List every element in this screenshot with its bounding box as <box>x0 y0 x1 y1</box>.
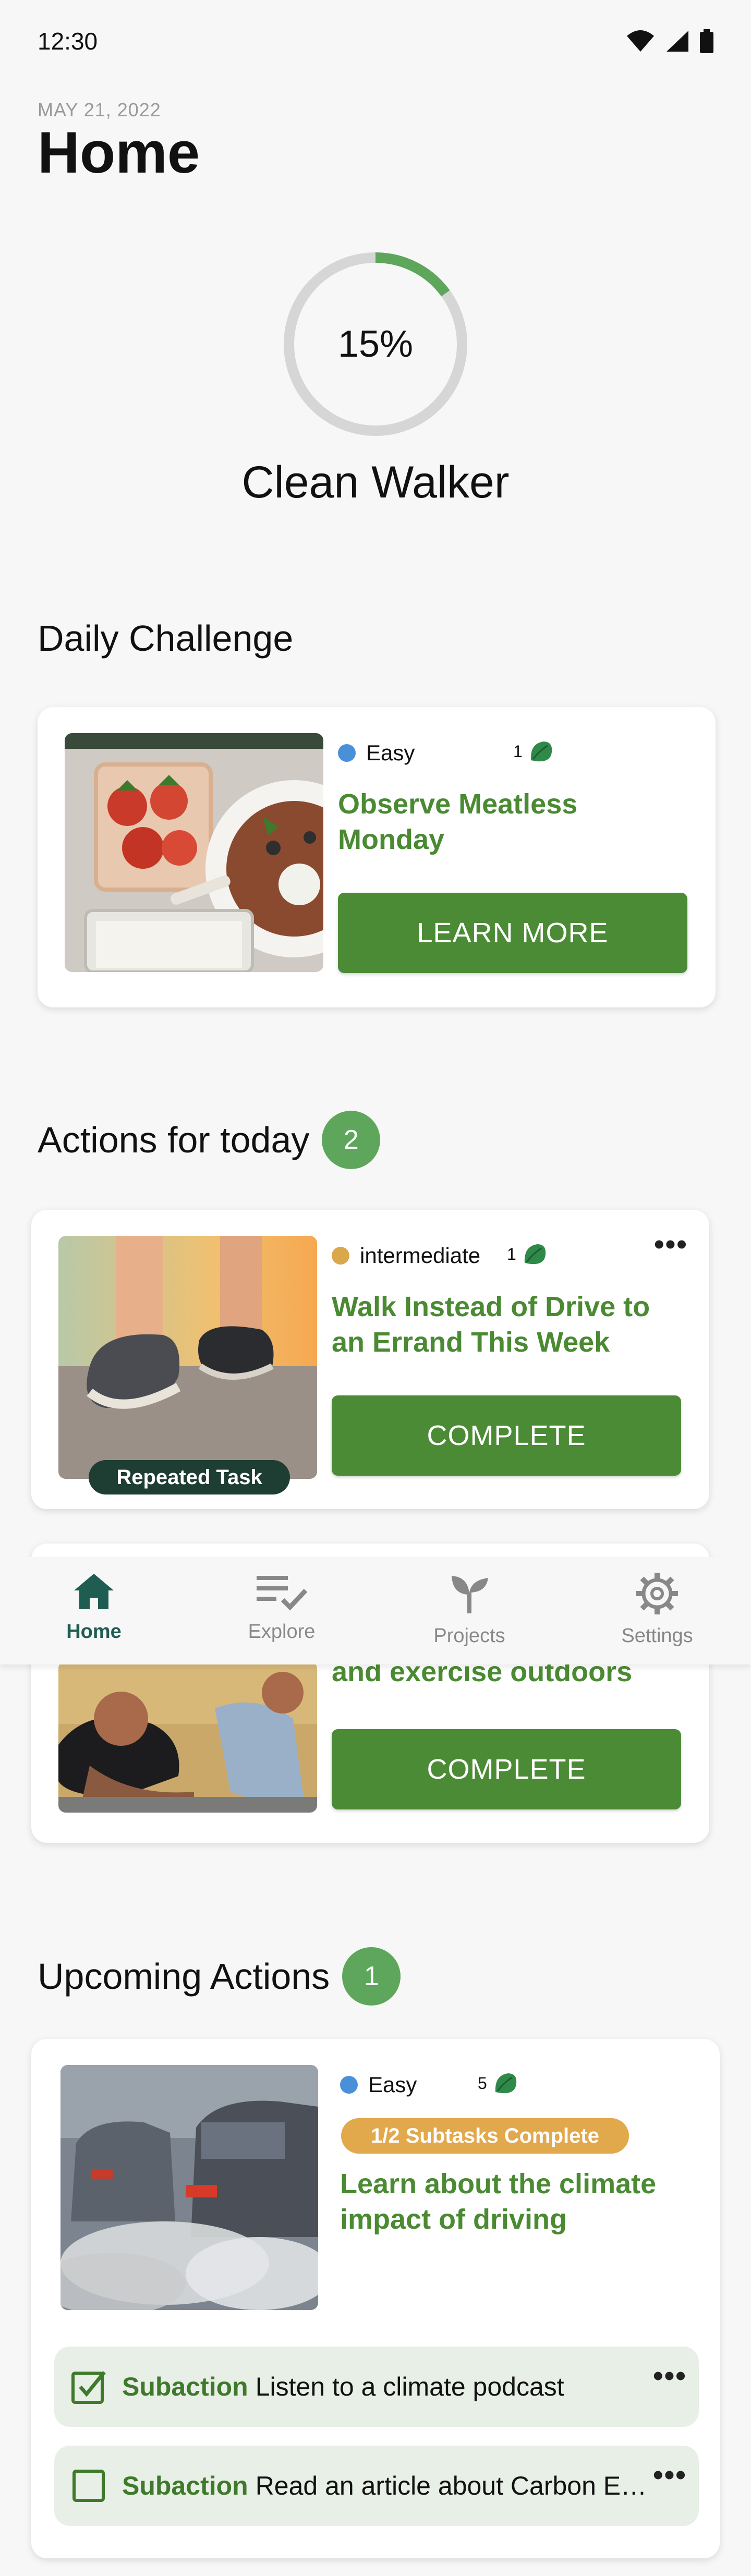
subaction-label: Subaction <box>122 2471 248 2500</box>
points-value: 5 <box>478 2073 487 2093</box>
more-options-icon[interactable]: ••• <box>653 2460 687 2489</box>
subaction-text: Listen to a climate podcast <box>255 2372 564 2401</box>
actions-count-badge: 2 <box>322 1111 381 1169</box>
meatless-monday-image <box>65 733 323 972</box>
points-value: 1 <box>513 742 523 761</box>
nav-item-explore[interactable]: Explore <box>188 1557 376 1664</box>
points-badge: 1 <box>507 1242 548 1266</box>
subaction-label: Subaction <box>122 2372 248 2401</box>
leaf-points-icon <box>530 742 552 762</box>
nav-label: Home <box>66 1621 122 1643</box>
battery-icon <box>700 29 713 53</box>
difficulty-label: Easy <box>366 740 415 765</box>
unchecked-checkbox-icon[interactable] <box>70 2467 107 2505</box>
challenge-title: Observe Meatless Monday <box>338 788 578 855</box>
difficulty-dot <box>340 2076 358 2094</box>
difficulty-dot <box>332 1247 349 1265</box>
walking-image <box>58 1236 317 1479</box>
header-date: MAY 21, 2022 <box>38 99 161 120</box>
daily-challenge-title: Daily Challenge <box>38 618 294 659</box>
gear-icon <box>636 1573 678 1614</box>
status-time: 12:30 <box>38 28 98 55</box>
more-options-icon[interactable]: ••• <box>654 1230 688 1259</box>
page-title: Home <box>38 120 200 185</box>
difficulty-label: Easy <box>368 2072 417 2097</box>
wifi-icon <box>627 30 654 52</box>
complete-button[interactable]: COMPLETE <box>332 1729 681 1809</box>
bottom-navigation: Home Explore Projects Settings <box>0 1557 751 1664</box>
cellular-icon <box>667 31 688 52</box>
action-card[interactable]: Repeated Task intermediate 1 ••• Walk In… <box>31 1210 709 1509</box>
progress-ring: 15% <box>282 250 469 438</box>
points-badge: 1 <box>513 739 554 763</box>
subtask-status-pill: 1/2 Subtasks Complete <box>341 2118 629 2154</box>
difficulty-row: Easy <box>340 2072 417 2097</box>
repeated-task-tag: Repeated Task <box>89 1460 290 1494</box>
daily-challenge-card[interactable]: Easy 1 Observe Meatless Monday LEARN MOR… <box>38 707 716 1007</box>
nav-item-settings[interactable]: Settings <box>563 1557 751 1664</box>
status-icons <box>626 29 713 53</box>
learn-more-button[interactable]: LEARN MORE <box>338 893 687 973</box>
upcoming-count-badge: 1 <box>342 1947 401 2006</box>
upcoming-title: Upcoming Actions <box>38 1956 330 1997</box>
upcoming-heading: Upcoming Actions 1 <box>38 1947 401 2006</box>
subaction-text: Read an article about Carbon E… <box>255 2471 647 2500</box>
difficulty-row: Easy <box>338 740 415 765</box>
more-options-icon[interactable]: ••• <box>653 2361 687 2390</box>
points-value: 1 <box>507 1244 516 1263</box>
nav-label: Settings <box>621 1625 693 1647</box>
subaction-row[interactable]: Subaction Read an article about Carbon E… <box>54 2446 699 2526</box>
traffic-exhaust-image <box>60 2065 318 2310</box>
points-badge: 5 <box>478 2071 518 2095</box>
leaf-points-icon <box>495 2073 516 2094</box>
checked-checkbox-icon[interactable] <box>70 2368 107 2405</box>
complete-button[interactable]: COMPLETE <box>332 1395 681 1476</box>
outdoor-exercise-image <box>58 1661 317 1813</box>
nav-item-projects[interactable]: Projects <box>376 1557 563 1664</box>
sprout-icon <box>452 1576 488 1613</box>
explore-icon <box>257 1576 308 1611</box>
actions-today-title: Actions for today <box>38 1120 310 1160</box>
daily-challenge-heading: Daily Challenge <box>38 617 293 659</box>
action-title: Walk Instead of Drive to an Errand This … <box>332 1291 650 1358</box>
nav-label: Explore <box>248 1621 316 1643</box>
status-bar: 12:30 <box>0 0 751 83</box>
nav-item-home[interactable]: Home <box>0 1557 188 1664</box>
home-icon <box>74 1574 114 1609</box>
leaf-points-icon <box>524 1244 546 1265</box>
upcoming-action-title: Learn about the climate impact of drivin… <box>340 2168 657 2235</box>
progress-percent: 15% <box>337 323 414 365</box>
upcoming-action-card[interactable]: Easy 5 1/2 Subtasks Complete Learn about… <box>31 2039 720 2558</box>
difficulty-row: intermediate <box>332 1243 480 1268</box>
actions-today-heading: Actions for today 2 <box>38 1111 381 1169</box>
difficulty-label: intermediate <box>360 1243 481 1268</box>
difficulty-dot <box>338 744 356 762</box>
subaction-row[interactable]: Subaction Listen to a climate podcast ••… <box>54 2347 699 2427</box>
level-name: Clean Walker <box>241 457 510 507</box>
nav-label: Projects <box>433 1625 505 1647</box>
